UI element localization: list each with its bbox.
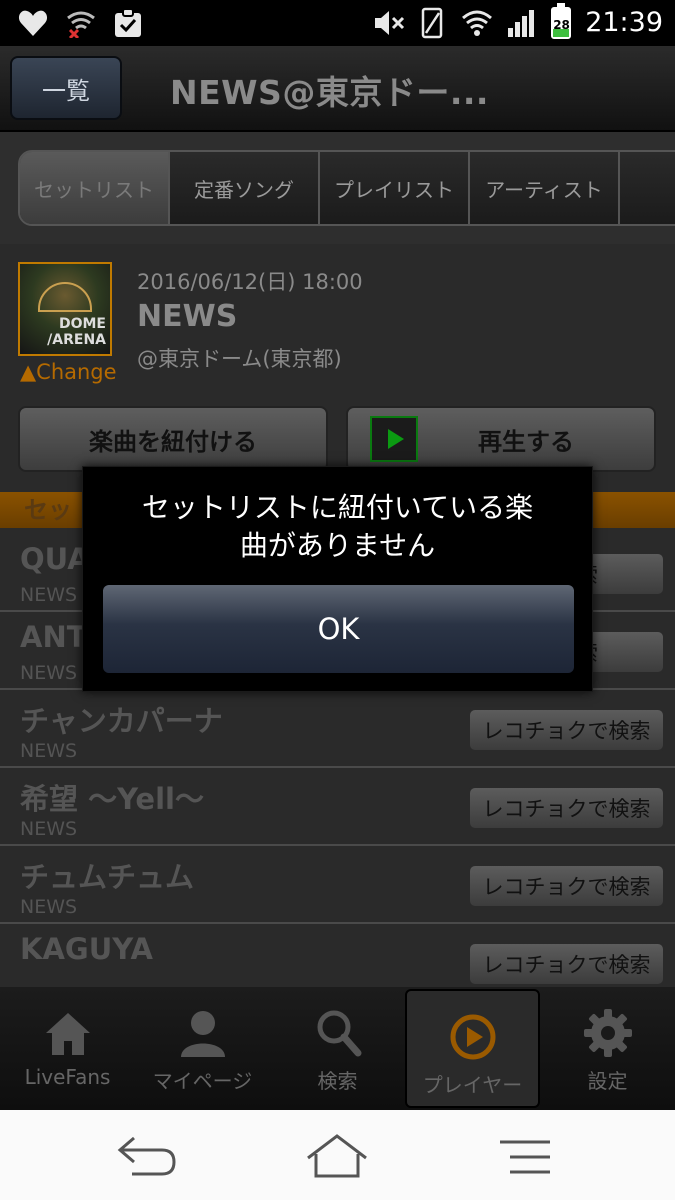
system-navigation-bar	[0, 1110, 675, 1200]
dialog-message: セットリストに紐付いている楽 曲がありません	[103, 489, 572, 565]
menu-icon[interactable]	[496, 1138, 554, 1178]
alert-dialog: セットリストに紐付いている楽 曲がありません OK	[82, 466, 593, 692]
back-icon[interactable]	[112, 1132, 178, 1178]
dialog-message-line1: セットリストに紐付いている楽	[141, 491, 534, 524]
dialog-message-line2: 曲がありません	[239, 529, 436, 562]
ok-button[interactable]: OK	[103, 585, 574, 673]
home-nav-icon[interactable]	[304, 1132, 370, 1180]
